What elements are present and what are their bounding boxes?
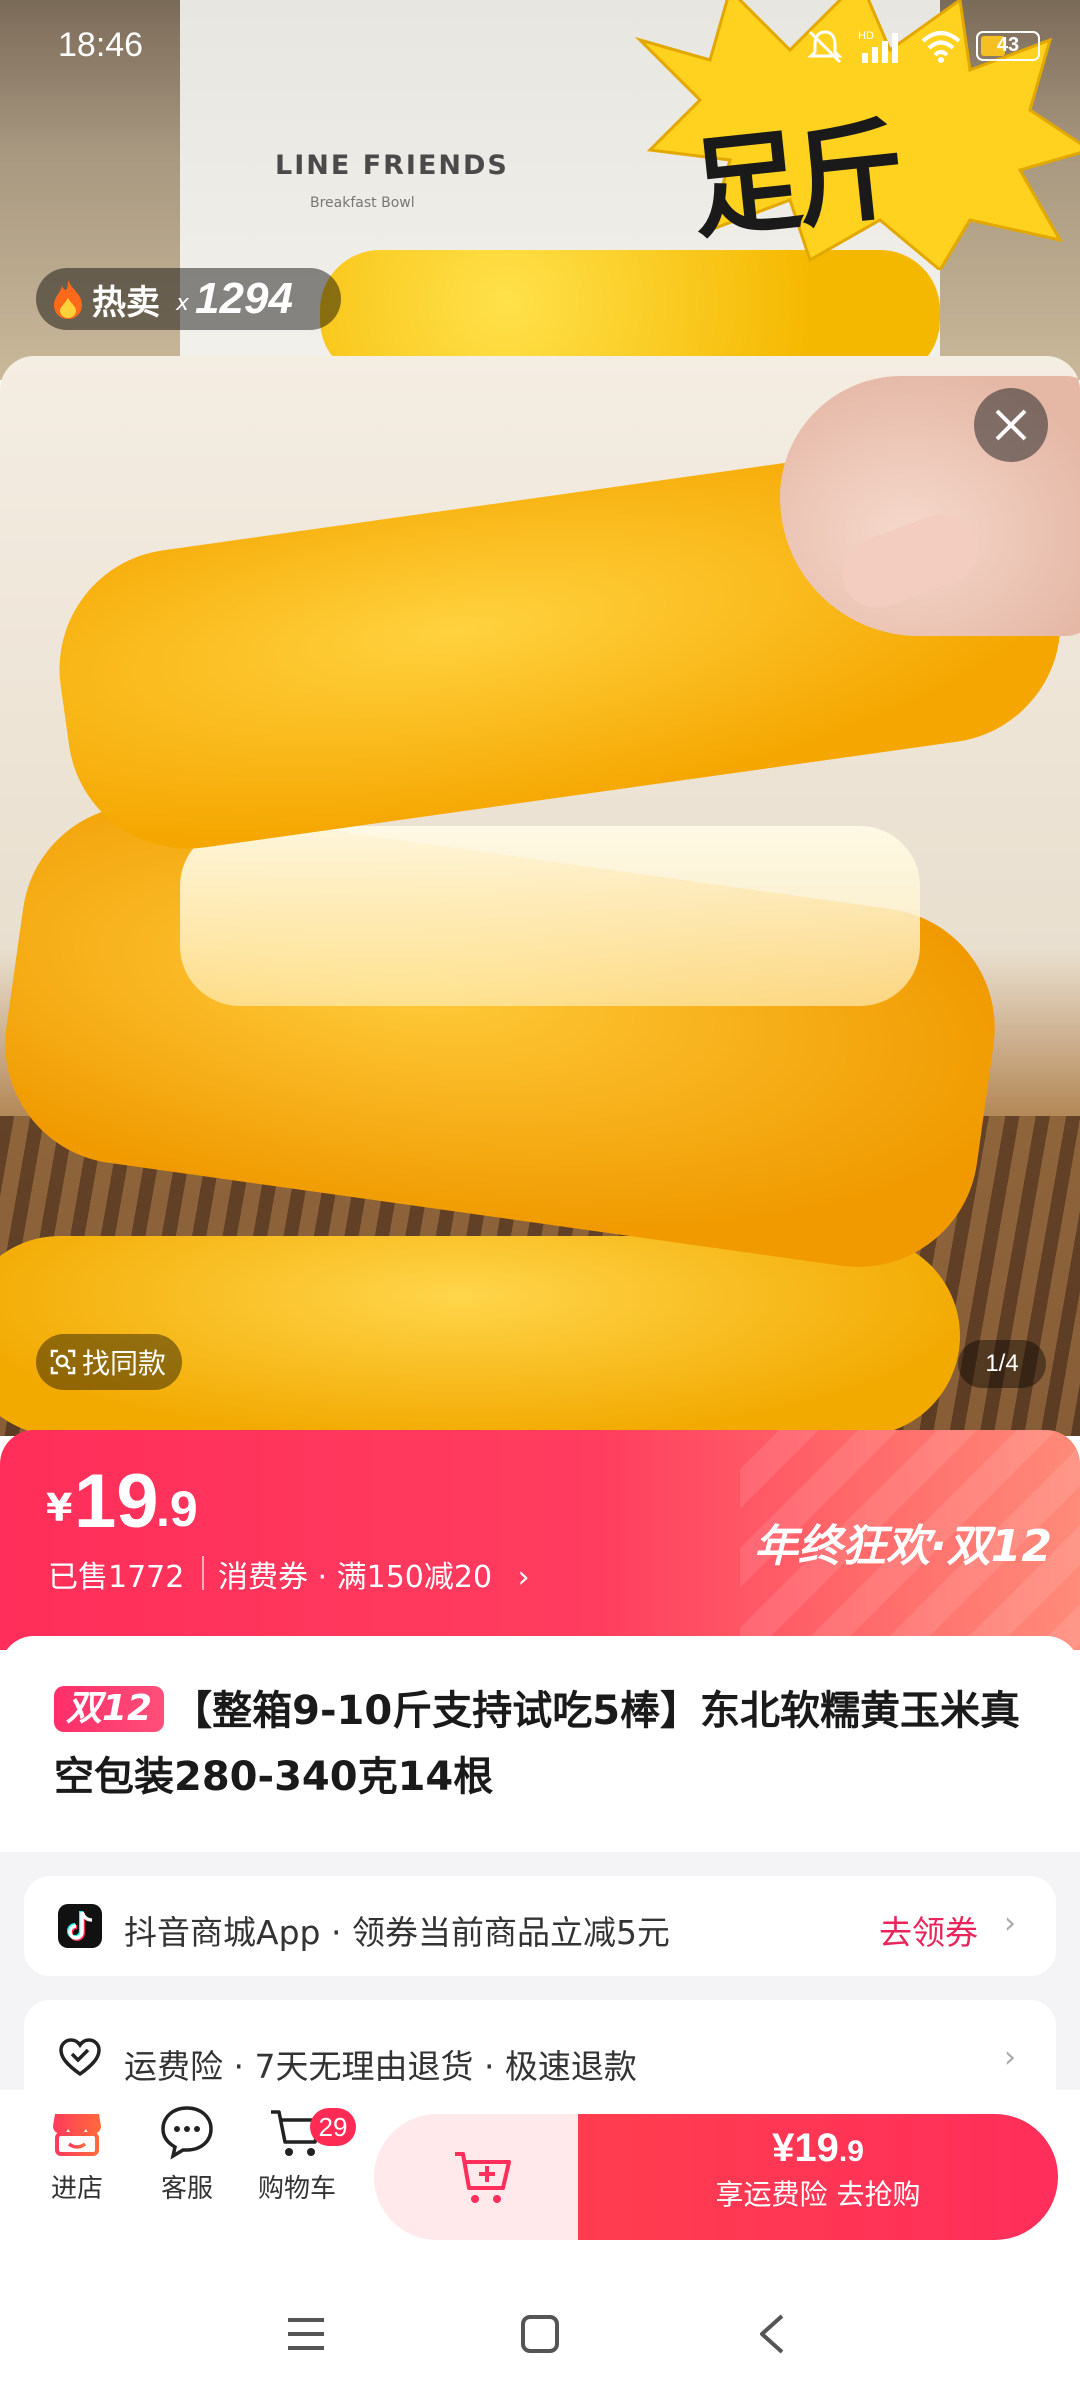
price-decimal: .9 (156, 1481, 198, 1537)
hot-sell-count: 1294 (195, 274, 293, 323)
hot-sell-x: x (176, 290, 190, 316)
product-title: 双12 【整箱9-10斤支持试吃5棒】东北软糯黄玉米真空包装280-340克14根 (54, 1678, 1044, 1810)
douyin-icon (58, 1904, 102, 1948)
heart-shield-icon (59, 2038, 101, 2077)
bag-brand-text: LINE FRIENDS (275, 150, 509, 181)
add-to-cart-button[interactable] (374, 2114, 594, 2240)
product-title-card: 双12 【整箱9-10斤支持试吃5棒】东北软糯黄玉米真空包装280-340克14根 (0, 1636, 1080, 1852)
product-title-text: 【整箱9-10斤支持试吃5棒】东北软糯黄玉米真空包装280-340克14根 (54, 1688, 1021, 1800)
home-icon[interactable] (520, 2314, 560, 2354)
close-icon (995, 409, 1027, 441)
battery-icon: 43 (976, 31, 1040, 61)
customer-service-label: 客服 (160, 2174, 213, 2204)
double12-tag: 双12 (54, 1686, 165, 1732)
add-cart-icon (455, 2152, 511, 2203)
bottom-action-bar: 进店 客服 购物车 29 ¥19.9 享运费险 去抢购 (0, 2090, 1080, 2266)
price-currency: ¥ (46, 1486, 73, 1530)
find-same-label: 找同款 (82, 1347, 167, 1380)
system-navigation-bar (0, 2266, 1080, 2400)
cart-badge: 29 (310, 2108, 356, 2146)
find-same-button[interactable]: 找同款 (36, 1334, 182, 1390)
coupon-text: 消费券 · 满150减20 (218, 1560, 493, 1595)
fire-icon (54, 280, 82, 319)
service-label: 运费险 · 7天无理由退货 · 极速退款 (124, 2047, 637, 2086)
sold-count: 已售1772 (48, 1560, 185, 1595)
status-bar: 18:46 HD 43 (0, 0, 1080, 96)
signal-icon: HD (858, 30, 898, 63)
buy-now-button[interactable]: ¥19.9 享运费险 去抢购 (578, 2114, 1058, 2240)
shop-icon (53, 2114, 101, 2156)
app-coupon-label: 抖音商城App · 领券当前商品立减5元 (124, 1913, 670, 1952)
menu-icon[interactable] (286, 2316, 326, 2352)
info-section: 抖音商城App · 领券当前商品立减5元 去领券 › 运费险 · 7天无理由退货… (0, 1852, 1080, 2120)
hot-sell-badge: 热卖 x 1294 (36, 268, 341, 330)
customer-service-button[interactable]: 客服 (132, 2104, 242, 2205)
chat-bubble-icon (161, 2106, 213, 2160)
hot-sell-label: 热卖 (92, 282, 160, 323)
shop-label: 进店 (50, 2174, 103, 2204)
wifi-icon (921, 31, 961, 63)
promo-title: 年终狂欢·双12 (754, 1521, 1052, 1572)
divider (202, 1556, 204, 1590)
scan-icon (50, 1349, 76, 1375)
svg-text:HD: HD (858, 30, 874, 42)
mute-bell-icon (807, 30, 843, 64)
chevron-right-icon: › (1004, 2040, 1016, 2075)
close-button[interactable] (974, 388, 1048, 462)
app-coupon-row[interactable]: 抖音商城App · 领券当前商品立减5元 去领券 › (24, 1876, 1056, 1976)
price-banner: ¥ 19 .9 已售1772 消费券 · 满150减20 › 年终狂欢·双12 (0, 1430, 1080, 1650)
bag-sub-text: Breakfast Bowl (310, 195, 415, 211)
status-time: 18:46 (58, 26, 144, 64)
chevron-right-icon: › (1004, 1906, 1016, 1941)
buy-text: 享运费险 去抢购 (715, 2178, 921, 2211)
coupon-link[interactable]: 消费券 · 满150减20 › (218, 1552, 530, 1596)
back-icon[interactable] (756, 2312, 788, 2356)
battery-level: 43 (996, 34, 1020, 56)
status-icons: HD 43 (806, 28, 1040, 64)
chevron-right-icon: › (517, 1560, 530, 1595)
product-main-image[interactable] (0, 356, 1080, 1436)
shop-button[interactable]: 进店 (22, 2104, 132, 2205)
price-integer: 19 (74, 1459, 159, 1544)
burst-text: 足斤 (684, 104, 906, 255)
buy-price: ¥19.9 (772, 2126, 864, 2170)
cart-label: 购物车 (257, 2174, 336, 2204)
image-pager: 1/4 (958, 1340, 1046, 1388)
get-coupon-link[interactable]: 去领券 (879, 1906, 978, 1954)
